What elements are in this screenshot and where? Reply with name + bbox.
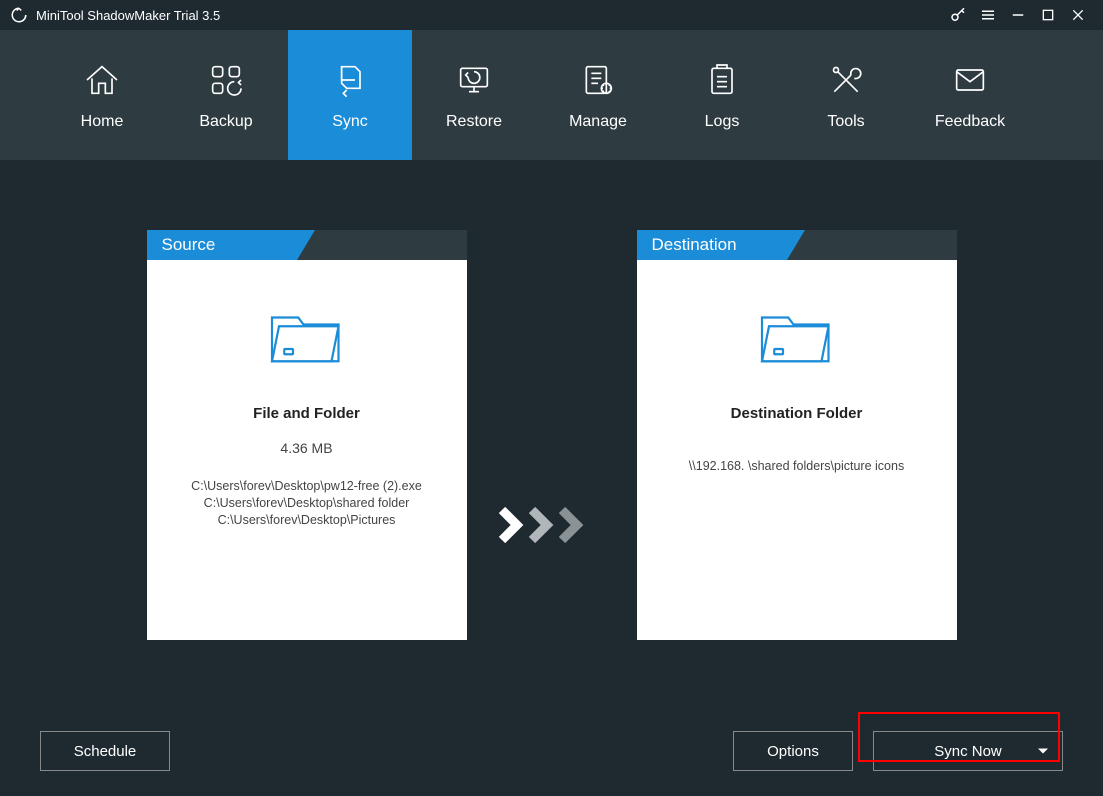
destination-title: Destination Folder xyxy=(731,405,863,422)
minimize-icon[interactable] xyxy=(1003,0,1033,30)
destination-panel-header: Destination xyxy=(637,230,957,260)
titlebar: MiniTool ShadowMaker Trial 3.5 xyxy=(0,0,1103,30)
nav-label: Tools xyxy=(827,113,864,131)
nav-label: Backup xyxy=(199,113,252,131)
backup-icon xyxy=(206,59,246,101)
folder-icon xyxy=(752,300,842,375)
nav-label: Logs xyxy=(705,113,740,131)
restore-icon xyxy=(454,59,494,101)
chevron-down-icon xyxy=(1038,749,1048,754)
source-size: 4.36 MB xyxy=(280,440,332,456)
source-panel[interactable]: Source File and Folder 4.36 MB C:\Users\… xyxy=(147,230,467,640)
manage-icon xyxy=(578,59,618,101)
nav-manage[interactable]: Manage xyxy=(536,30,660,160)
nav-sync[interactable]: Sync xyxy=(288,30,412,160)
sync-icon xyxy=(330,59,370,101)
maximize-icon[interactable] xyxy=(1033,0,1063,30)
home-icon xyxy=(82,59,122,101)
close-icon[interactable] xyxy=(1063,0,1093,30)
source-title: File and Folder xyxy=(253,405,360,422)
schedule-label: Schedule xyxy=(74,743,137,760)
app-logo-icon xyxy=(10,6,28,24)
source-path: C:\Users\forev\Desktop\pw12-free (2).exe xyxy=(191,478,422,495)
main-area: Source File and Folder 4.36 MB C:\Users\… xyxy=(0,160,1103,706)
schedule-button[interactable]: Schedule xyxy=(40,731,170,771)
feedback-icon xyxy=(950,59,990,101)
source-panel-header: Source xyxy=(147,230,467,260)
tools-icon xyxy=(826,59,866,101)
nav-logs[interactable]: Logs xyxy=(660,30,784,160)
nav-label: Restore xyxy=(446,113,502,131)
destination-panel[interactable]: Destination Destination Folder \\192.168… xyxy=(637,230,957,640)
nav-backup[interactable]: Backup xyxy=(164,30,288,160)
sync-arrows-icon xyxy=(497,505,607,545)
footer: Schedule Options Sync Now xyxy=(0,706,1103,796)
destination-path: \\192.168. \shared folders\picture icons xyxy=(689,458,904,475)
source-path: C:\Users\forev\Desktop\Pictures xyxy=(191,512,422,529)
logs-icon xyxy=(702,59,742,101)
folder-icon xyxy=(262,300,352,375)
destination-header-label: Destination xyxy=(637,230,787,260)
nav-home[interactable]: Home xyxy=(40,30,164,160)
menu-icon[interactable] xyxy=(973,0,1003,30)
sync-now-button[interactable]: Sync Now xyxy=(873,731,1063,771)
main-nav: Home Backup Sync Restor xyxy=(0,30,1103,160)
nav-label: Manage xyxy=(569,113,627,131)
source-path: C:\Users\forev\Desktop\shared folder xyxy=(191,495,422,512)
nav-feedback[interactable]: Feedback xyxy=(908,30,1032,160)
options-button[interactable]: Options xyxy=(733,731,853,771)
nav-restore[interactable]: Restore xyxy=(412,30,536,160)
options-label: Options xyxy=(767,743,819,760)
source-paths: C:\Users\forev\Desktop\pw12-free (2).exe… xyxy=(191,478,422,529)
key-icon[interactable] xyxy=(943,0,973,30)
source-header-label: Source xyxy=(147,230,297,260)
app-title: MiniTool ShadowMaker Trial 3.5 xyxy=(36,8,220,23)
nav-label: Sync xyxy=(332,113,368,131)
nav-label: Feedback xyxy=(935,113,1005,131)
sync-now-label: Sync Now xyxy=(934,743,1002,760)
nav-label: Home xyxy=(81,113,124,131)
nav-tools[interactable]: Tools xyxy=(784,30,908,160)
